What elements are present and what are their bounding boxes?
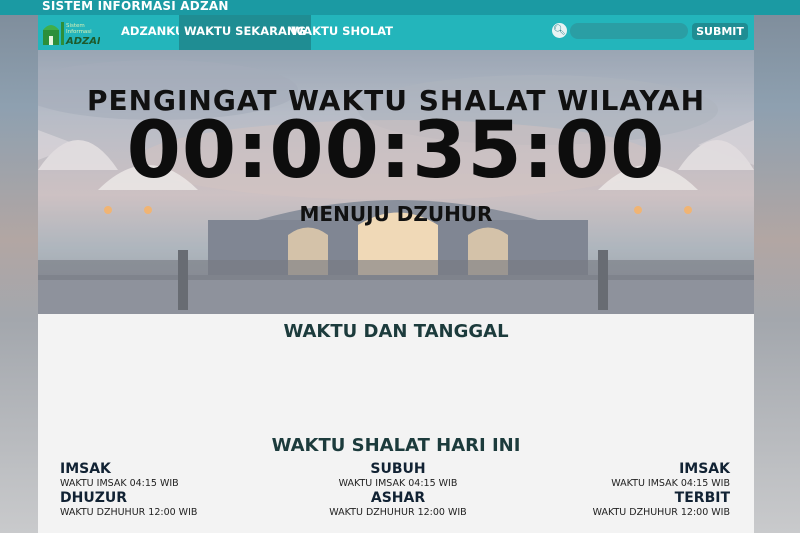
- search-icon[interactable]: 🔍︎: [552, 23, 567, 38]
- prayer-name: IMSAK: [679, 461, 730, 477]
- prayer-item: TERBIT WAKTU DZHUHUR 12:00 WIB: [530, 490, 730, 519]
- prayer-time: WAKTU IMSAK 04:15 WIB: [611, 478, 730, 489]
- prayer-name: DHUZUR: [60, 490, 128, 506]
- nav-waktu-sholat[interactable]: WAKTU SHOLAT: [286, 15, 398, 50]
- prayer-item: ASHAR WAKTU DZHUHUR 12:00 WIB: [298, 490, 498, 519]
- logo-line3: ADZAN: [65, 36, 100, 47]
- prayer-time: WAKTU DZHUHUR 12:00 WIB: [592, 507, 730, 518]
- today-section-title: WAKTU SHALAT HARI INI: [271, 435, 521, 456]
- next-prayer-label: MENUJU DZUHUR: [299, 202, 493, 226]
- prayer-name: TERBIT: [674, 490, 730, 506]
- search-input[interactable]: [570, 23, 688, 39]
- prayer-name: IMSAK: [60, 461, 111, 477]
- logo-line2: Informasi: [66, 29, 92, 35]
- site-title: SISTEM INFORMASI ADZAN: [42, 0, 229, 13]
- prayer-time: WAKTU IMSAK 04:15 WIB: [338, 478, 458, 489]
- prayer-item: IMSAK WAKTU IMSAK 04:15 WIB: [530, 461, 730, 490]
- main-content: WAKTU DAN TANGGAL WAKTU SHALAT HARI INI …: [38, 314, 754, 533]
- prayer-name: SUBUH: [370, 461, 426, 477]
- prayer-item: SUBUH WAKTU IMSAK 04:15 WIB: [298, 461, 498, 490]
- prayer-item: IMSAK WAKTU IMSAK 04:15 WIB: [60, 461, 260, 490]
- main-navbar: Sistem Informasi ADZAN ADZANKU WAKTU SEK…: [38, 15, 754, 50]
- prayer-item: DHUZUR WAKTU DZHUHUR 12:00 WIB: [60, 490, 260, 519]
- adzan-logo[interactable]: Sistem Informasi ADZAN: [42, 18, 100, 47]
- prayer-time: WAKTU DZHUHUR 12:00 WIB: [329, 507, 467, 518]
- top-bar: SISTEM INFORMASI ADZAN: [0, 0, 800, 15]
- date-section-title: WAKTU DAN TANGGAL: [283, 321, 509, 342]
- prayer-time: WAKTU IMSAK 04:15 WIB: [60, 478, 179, 489]
- prayer-name: ASHAR: [370, 490, 426, 506]
- submit-button[interactable]: SUBMIT: [692, 23, 748, 40]
- countdown-timer: 00:00:35:00: [126, 106, 666, 196]
- prayer-time: WAKTU DZHUHUR 12:00 WIB: [60, 507, 198, 518]
- hero-banner: PENGINGAT WAKTU SHALAT WILAYAH 00:00:35:…: [38, 50, 754, 314]
